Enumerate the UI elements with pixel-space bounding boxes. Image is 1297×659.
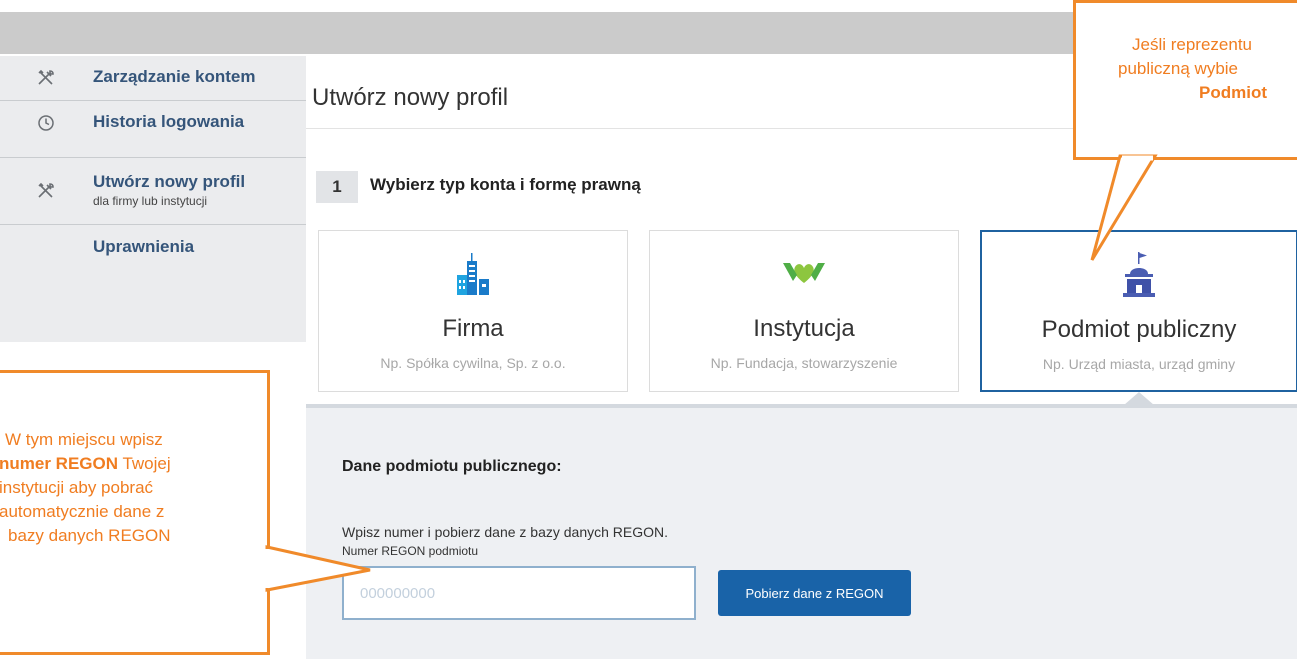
callout-text: Twojej xyxy=(118,454,171,473)
heart-hands-icon xyxy=(781,259,827,292)
step-number-badge: 1 xyxy=(316,171,358,203)
account-type-description: Np. Urząd miasta, urząd gminy xyxy=(1042,356,1236,372)
callout-bold: numer REGON xyxy=(0,454,119,473)
callout-left: W tym miejscu wpisz numer REGON Twojej i… xyxy=(0,370,270,655)
callout-top-right: Jeśli reprezentu publiczną wybie Podmiot xyxy=(1073,0,1297,160)
clock-icon xyxy=(37,114,55,132)
account-type-name: Instytucja xyxy=(753,315,855,342)
panel-description: Wpisz numer i pobierz dane z bazy danych… xyxy=(342,524,669,540)
page-title: Utwórz nowy profil xyxy=(312,84,509,111)
sidebar-item-label: Uprawnienia xyxy=(93,237,195,256)
callout-line: Podmiot xyxy=(1199,83,1267,102)
callout-line: bazy danych REGON xyxy=(8,526,171,545)
regon-input[interactable] xyxy=(342,566,696,620)
account-type-name: Firma xyxy=(442,315,504,342)
sidebar-item-label: Zarządzanie kontem xyxy=(93,67,256,86)
account-type-description: Np. Spółka cywilna, Sp. z o.o. xyxy=(380,355,566,371)
account-type-description: Np. Fundacja, stowarzyszenie xyxy=(710,355,898,371)
sidebar-item-sublabel: dla firmy lub instytucji xyxy=(93,194,208,208)
buildings-icon xyxy=(455,253,491,302)
sidebar-item-account-management[interactable]: Zarządzanie kontem xyxy=(0,56,306,101)
panel-title: Dane podmiotu publicznego: xyxy=(342,458,562,475)
sidebar-item-login-history[interactable]: Historia logowania xyxy=(0,101,306,158)
sidebar-item-label: Historia logowania xyxy=(93,112,245,131)
sidebar-item-permissions[interactable]: Uprawnienia xyxy=(0,225,306,297)
sidebar: Zarządzanie kontem Historia logowania Ut… xyxy=(0,56,306,342)
callout-line: publiczną wybie xyxy=(1118,59,1239,78)
public-building-icon xyxy=(1121,252,1157,303)
callout-line: Jeśli reprezentu xyxy=(1132,35,1253,54)
sidebar-item-create-profile[interactable]: Utwórz nowy profil dla firmy lub instytu… xyxy=(0,158,306,225)
fetch-regon-button[interactable]: Pobierz dane z REGON xyxy=(718,570,911,616)
account-type-card-instytucja[interactable]: Instytucja Np. Fundacja, stowarzyszenie xyxy=(649,230,959,392)
selected-card-arrow xyxy=(1124,392,1154,405)
regon-field-label: Numer REGON podmiotu xyxy=(342,544,479,558)
tools-icon xyxy=(37,182,55,200)
step-title: Wybierz typ konta i formę prawną xyxy=(370,175,641,194)
callout-line: instytucji aby pobrać xyxy=(0,478,154,497)
callout-line: numer REGON Twojej xyxy=(0,454,171,474)
account-type-card-podmiot-publiczny[interactable]: Podmiot publiczny Np. Urząd miasta, urzą… xyxy=(980,230,1297,392)
account-type-card-firma[interactable]: Firma Np. Spółka cywilna, Sp. z o.o. xyxy=(318,230,628,392)
callout-line: W tym miejscu wpisz xyxy=(5,430,163,449)
callout-line: automatycznie dane z xyxy=(0,502,165,521)
account-type-name: Podmiot publiczny xyxy=(1041,316,1237,343)
tools-icon xyxy=(37,69,55,87)
sidebar-item-label: Utwórz nowy profil xyxy=(93,172,246,191)
